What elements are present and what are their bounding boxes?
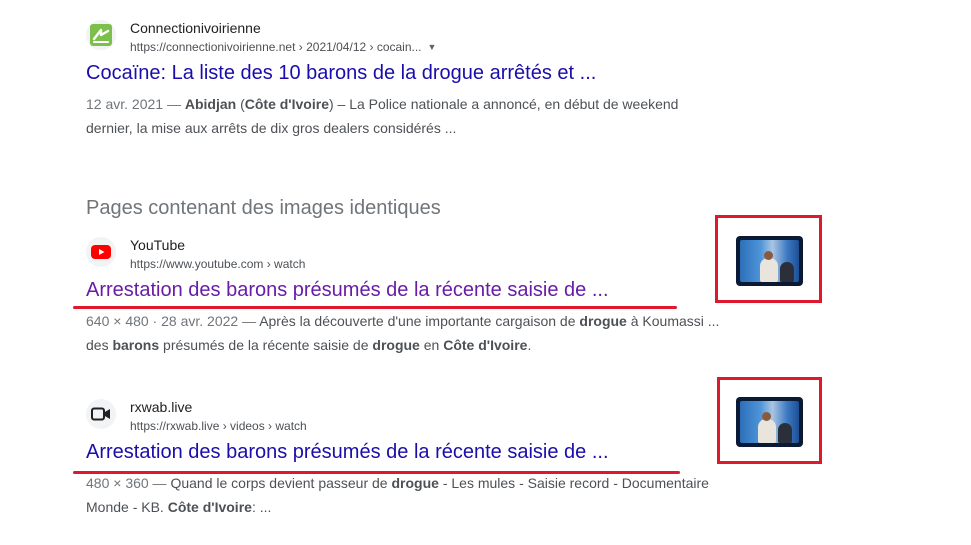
snippet-bold: drogue <box>391 475 439 491</box>
site-url: https://connectionivoirienne.net › 2021/… <box>130 40 436 54</box>
snippet-bold: Abidjan <box>184 96 237 112</box>
section-heading: Pages contenant des images identiques <box>86 197 441 219</box>
site-name: Connectionivoirienne <box>130 20 261 36</box>
result-snippet: 640 × 480 · 28 avr. 2022 — Après la déco… <box>86 309 726 357</box>
thumbnail-figure <box>778 423 792 443</box>
snippet-text: en <box>419 337 444 353</box>
snippet-bold: Côte d'Ivoire <box>244 96 329 112</box>
site-name: YouTube <box>130 237 186 253</box>
snippet-text: ( <box>236 96 245 112</box>
thumbnail-figure-head <box>762 412 771 421</box>
result-source[interactable]: rxwab.live https://rxwab.live › videos ›… <box>86 399 726 439</box>
search-result: YouTube https://www.youtube.com › watch … <box>86 237 726 357</box>
search-result: rxwab.live https://rxwab.live › videos ›… <box>86 399 726 519</box>
video-thumbnail[interactable] <box>736 397 803 447</box>
snippet-date: 480 × 360 — <box>86 475 171 491</box>
snippet-bold: drogue <box>579 313 627 329</box>
result-source[interactable]: YouTube https://www.youtube.com › watch <box>86 237 726 277</box>
snippet-text: Quand le corps devient passeur de <box>170 475 392 491</box>
thumbnail-figure <box>760 258 778 282</box>
search-results-page: Connectionivoirienne https://connectioni… <box>0 0 971 545</box>
snippet-bold: barons <box>112 337 160 353</box>
video-thumbnail[interactable] <box>736 236 803 286</box>
result-snippet: 12 avr. 2021 — Abidjan (Côte d'Ivoire) –… <box>86 92 726 140</box>
snippet-bold: drogue <box>372 337 420 353</box>
video-camera-icon <box>86 399 116 429</box>
snippet-bold: Côte d'Ivoire <box>443 337 528 353</box>
search-result: Connectionivoirienne https://connectioni… <box>86 20 726 140</box>
snippet-text: . <box>527 337 532 353</box>
youtube-play-icon <box>86 237 116 267</box>
connectionivoirienne-logo-icon <box>86 20 116 50</box>
result-title-link[interactable]: Cocaïne: La liste des 10 barons de la dr… <box>86 60 726 86</box>
snippet-text: : ... <box>251 499 272 515</box>
url-text: https://connectionivoirienne.net › 2021/… <box>130 40 422 54</box>
result-title-link[interactable]: Arrestation des barons présumés de la ré… <box>86 439 726 465</box>
snippet-bold: Côte d'Ivoire <box>167 499 252 515</box>
snippet-text: Après la découverte d'une importante car… <box>259 313 580 329</box>
site-name: rxwab.live <box>130 399 193 415</box>
thumbnail-image <box>740 240 799 282</box>
result-source[interactable]: Connectionivoirienne https://connectioni… <box>86 20 726 60</box>
result-snippet: 480 × 360 — Quand le corps devient passe… <box>86 471 726 519</box>
snippet-date: 640 × 480 · 28 avr. 2022 — <box>86 313 260 329</box>
site-url: https://www.youtube.com › watch <box>130 257 306 271</box>
chevron-down-icon[interactable]: ▼ <box>428 42 437 52</box>
site-url: https://rxwab.live › videos › watch <box>130 419 307 433</box>
red-underline-annotation <box>73 471 680 474</box>
thumbnail-figure-head <box>764 251 773 260</box>
snippet-date: 12 avr. 2021 — <box>86 96 185 112</box>
result-title-link[interactable]: Arrestation des barons présumés de la ré… <box>86 277 726 303</box>
red-underline-annotation <box>73 306 677 309</box>
thumbnail-image <box>740 401 799 443</box>
thumbnail-figure <box>780 262 794 282</box>
thumbnail-figure <box>758 419 776 443</box>
snippet-text: présumés de la récente saisie de <box>159 337 373 353</box>
